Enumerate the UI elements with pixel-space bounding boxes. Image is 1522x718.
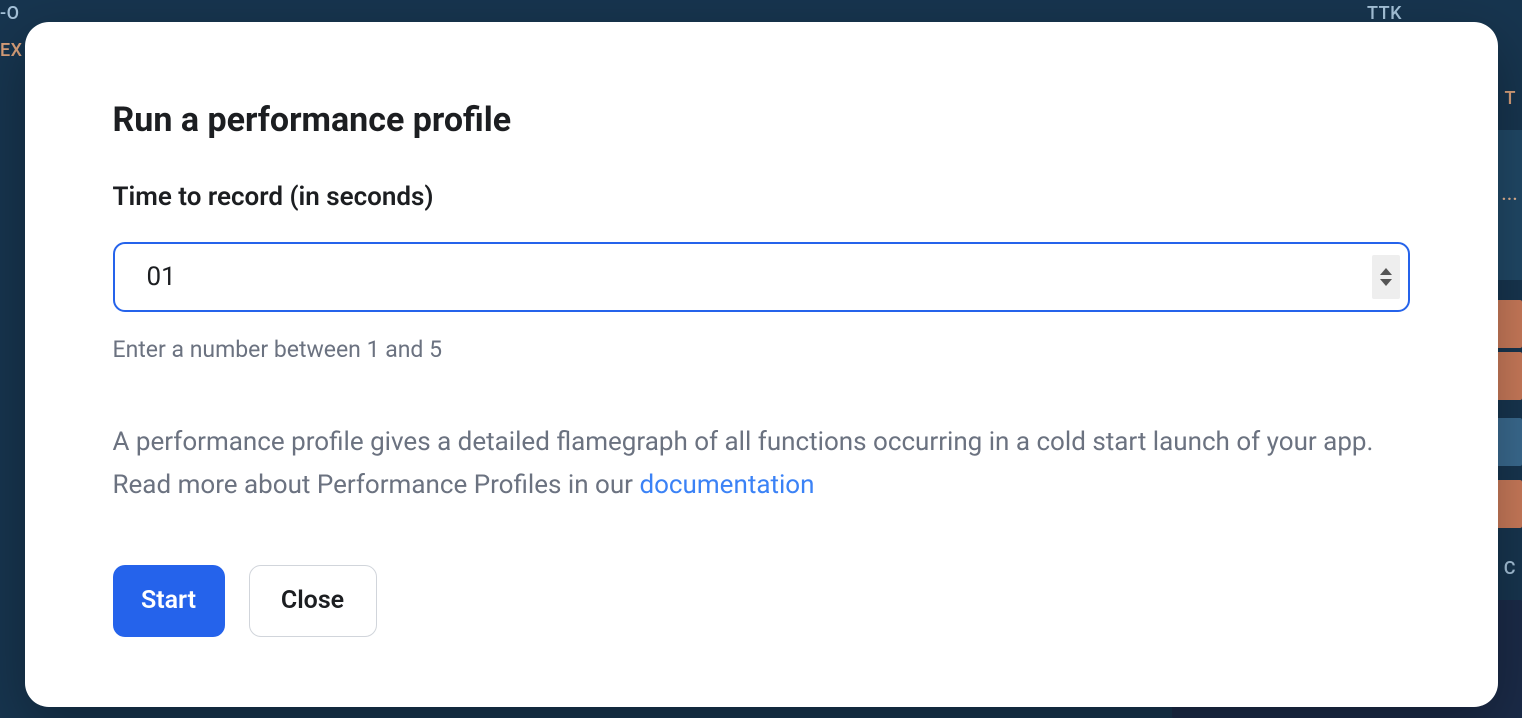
number-spinner[interactable] [1372, 255, 1400, 299]
modal-overlay: Run a performance profile Time to record… [0, 0, 1522, 718]
record-time-input[interactable] [113, 242, 1410, 312]
performance-profile-modal: Run a performance profile Time to record… [25, 22, 1498, 707]
documentation-link[interactable]: documentation [639, 470, 814, 500]
start-button[interactable]: Start [113, 565, 225, 637]
modal-title: Run a performance profile [113, 100, 1410, 140]
record-time-helper: Enter a number between 1 and 5 [113, 336, 1410, 363]
record-time-input-wrapper [113, 242, 1410, 312]
spinner-up-icon[interactable] [1380, 268, 1392, 275]
profile-description: A performance profile gives a detailed f… [113, 421, 1410, 507]
close-button[interactable]: Close [249, 565, 377, 637]
modal-button-row: Start Close [113, 565, 1410, 637]
spinner-down-icon[interactable] [1380, 279, 1392, 286]
record-time-label: Time to record (in seconds) [113, 182, 1410, 212]
